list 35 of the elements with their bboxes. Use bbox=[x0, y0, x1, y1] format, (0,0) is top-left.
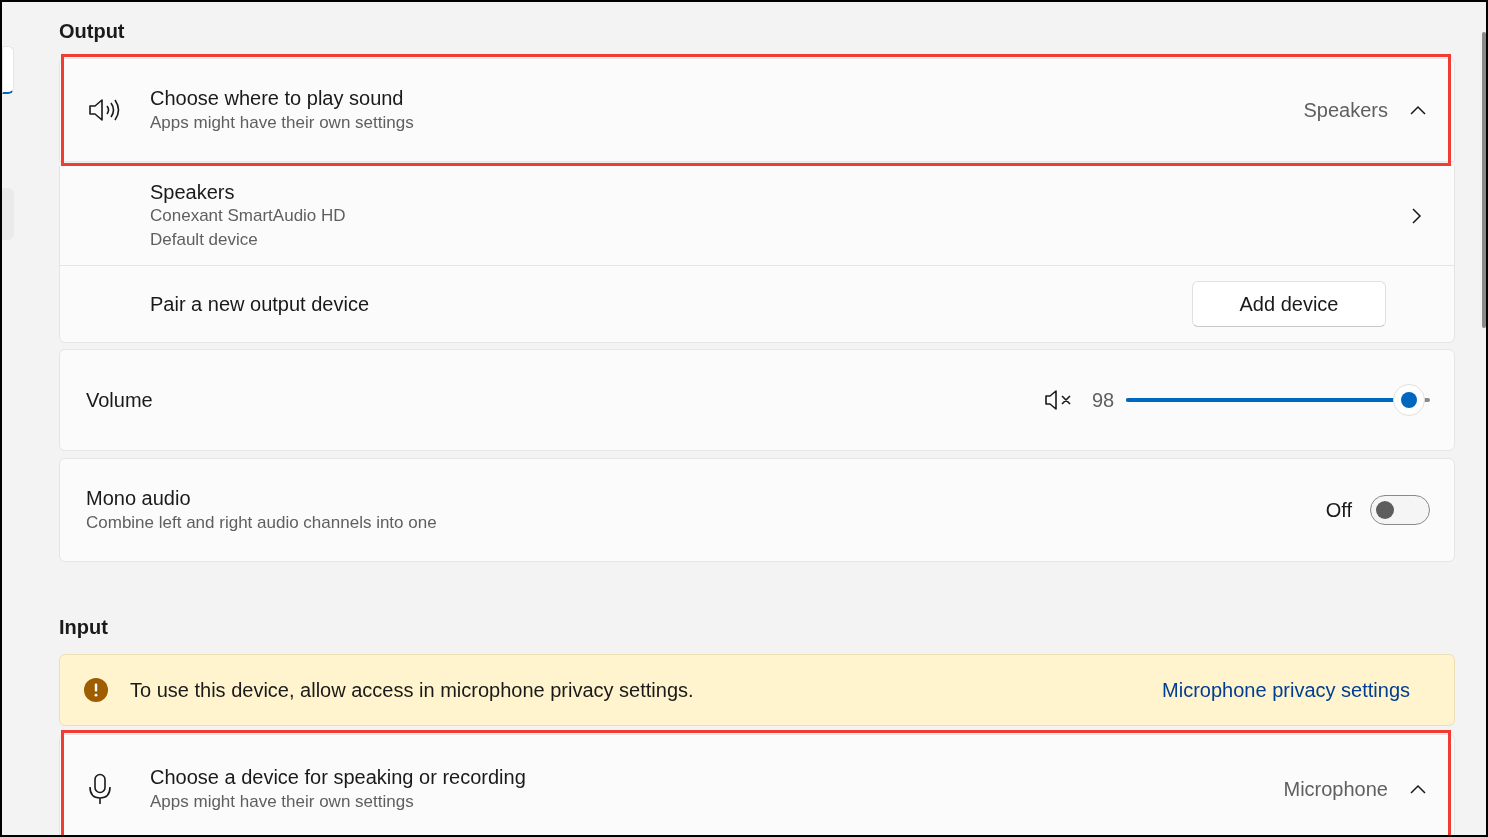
row-title: Mono audio bbox=[86, 486, 192, 511]
row-subtitle: Apps might have their own settings bbox=[150, 791, 415, 813]
device-detail: Default device bbox=[150, 228, 259, 251]
device-chooser-row[interactable]: Choose a device for speaking or recording Apps might have their own settings Microphone bbox=[59, 734, 1455, 835]
chevron-up-icon bbox=[1410, 784, 1426, 794]
volume-slider[interactable] bbox=[1126, 384, 1430, 416]
row-title: Choose a device for speaking or recording bbox=[150, 765, 527, 790]
microphone-icon bbox=[88, 773, 112, 805]
section-heading: Input bbox=[59, 615, 109, 640]
device-detail: Conexant SmartAudio HD bbox=[150, 204, 347, 227]
toggle-state-label: Off bbox=[1325, 498, 1352, 523]
volume-reading: 98 bbox=[1092, 388, 1116, 413]
row-title: Pair a new output device bbox=[150, 292, 371, 317]
row-title: Volume bbox=[86, 388, 154, 413]
slider-thumb[interactable] bbox=[1392, 384, 1425, 416]
device-row[interactable]: Speakers Conexant SmartAudio HD Default device bbox=[59, 166, 1455, 266]
mute-icon[interactable] bbox=[1044, 389, 1074, 411]
warning-icon bbox=[84, 678, 108, 702]
nav-item[interactable] bbox=[2, 46, 14, 94]
mono-audio-toggle[interactable] bbox=[1370, 495, 1430, 525]
speaker-icon bbox=[88, 97, 120, 123]
selected-device-label: Speakers bbox=[1303, 98, 1388, 123]
device-chooser-row[interactable]: Choose where to play sound Apps might have their own settings Speakers bbox=[59, 58, 1455, 162]
chevron-right-icon bbox=[1412, 207, 1422, 224]
scrollbar-thumb[interactable] bbox=[1482, 32, 1486, 328]
row-subtitle: Apps might have their own settings bbox=[150, 112, 415, 134]
row-title: Choose where to play sound bbox=[150, 86, 405, 111]
section-heading: Output bbox=[59, 19, 126, 44]
chevron-up-icon bbox=[1410, 105, 1426, 115]
warning-message: To use this device, allow access in microphone privacy settings. bbox=[130, 678, 695, 703]
selected-device-label: Microphone bbox=[1283, 777, 1388, 802]
device-name: Speakers bbox=[150, 179, 236, 204]
privacy-settings-link[interactable]: Microphone privacy settings bbox=[1162, 675, 1410, 705]
row-subtitle: Combine left and right audio channels into one bbox=[86, 512, 438, 534]
add-device-button[interactable]: Add device bbox=[1192, 281, 1386, 327]
